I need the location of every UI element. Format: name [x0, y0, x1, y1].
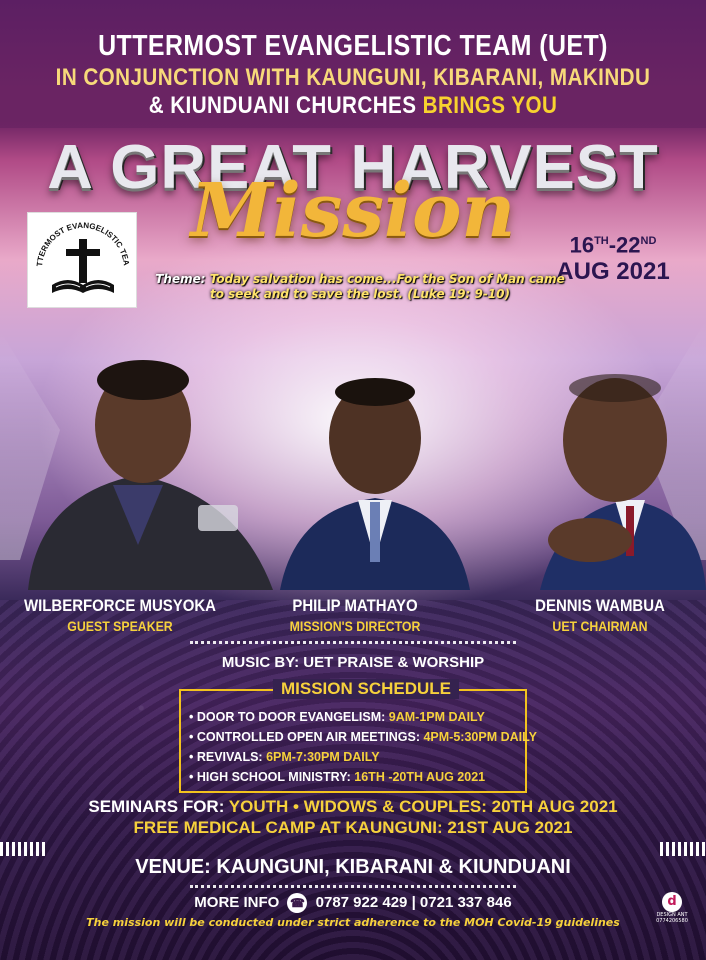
seminars-label: SEMINARS FOR: — [88, 797, 225, 816]
schedule-title: MISSION SCHEDULE — [273, 679, 460, 699]
schedule-item: • DOOR TO DOOR EVANGELISM: 9AM-1PM DAILY — [189, 710, 485, 724]
speaker-name: PHILIP MATHAYO — [292, 596, 418, 615]
speaker-role: GUEST SPEAKER — [67, 618, 173, 634]
venue-line: VENUE: KAUNGUNI, KIBARANI & KIUNDUANI — [135, 856, 571, 878]
theme-text: Today salvation has come...For the Son o… — [209, 272, 565, 301]
speaker-right: DENNIS WAMBUA UET CHAIRMAN — [495, 596, 705, 634]
designer-credit: d DESIGN ANT 0774206580 — [652, 892, 692, 924]
seminars-groups: YOUTH • WIDOWS & COUPLES: 20TH AUG 2021 — [228, 797, 618, 816]
decorative-bars-right — [660, 842, 706, 856]
covid-note: The mission will be conducted under stri… — [86, 916, 620, 929]
speaker-photo-middle — [280, 370, 470, 590]
speaker-photo-left — [18, 345, 283, 590]
churches-line: & KIUNDUANI CHURCHES BRINGS YOU — [49, 92, 656, 120]
schedule-item: • HIGH SCHOOL MINISTRY: 16TH -20TH AUG 2… — [189, 770, 486, 784]
event-poster: UTTERMOST EVANGELISTIC TEAM (UET) IN CON… — [0, 0, 706, 960]
dotted-divider — [190, 641, 516, 644]
seminars-line: SEMINARS FOR: YOUTH • WIDOWS & COUPLES: … — [0, 797, 706, 817]
theme-verse: Theme: Today salvation has come...For th… — [150, 272, 570, 302]
medical-camp-line: FREE MEDICAL CAMP AT KAUNGUNI: 21ST AUG … — [133, 818, 573, 837]
speaker-name: DENNIS WAMBUA — [535, 596, 665, 615]
uet-logo: UTTERMOST EVANGELISTIC TEAM — [27, 212, 137, 308]
speaker-left: WILBERFORCE MUSYOKA GUEST SPEAKER — [0, 596, 240, 634]
contact-label: MORE INFO — [194, 893, 280, 911]
contact-phones: 0787 922 429 | 0721 337 846 — [315, 893, 512, 911]
conjunction-line: IN CONJUNCTION WITH KAUNGUNI, KIBARANI, … — [55, 64, 651, 91]
speaker-role: MISSION'S DIRECTOR — [289, 618, 421, 634]
schedule-list: • DOOR TO DOOR EVANGELISM: 9AM-1PM DAILY… — [189, 707, 537, 787]
speaker-name: WILBERFORCE MUSYOKA — [23, 596, 216, 615]
churches-text: & KIUNDUANI CHURCHES — [148, 92, 417, 119]
mission-schedule-box: MISSION SCHEDULE • DOOR TO DOOR EVANGELI… — [179, 679, 537, 793]
phone-icon: ☎ — [287, 893, 308, 913]
contact-line: MORE INFO ☎ 0787 922 429 | 0721 337 846 — [0, 893, 706, 913]
designer-phone: 0774206580 — [656, 918, 688, 924]
music-credit: MUSIC BY: UET PRAISE & WORSHIP — [221, 654, 485, 671]
schedule-item: • CONTROLLED OPEN AIR MEETINGS: 4PM-5:30… — [189, 730, 537, 744]
dotted-divider — [190, 885, 516, 888]
schedule-item: • REVIVALS: 6PM-7:30PM DAILY — [189, 750, 380, 764]
speaker-role: UET CHAIRMAN — [552, 618, 648, 634]
speaker-middle: PHILIP MATHAYO MISSION'S DIRECTOR — [230, 596, 480, 634]
decorative-bars-left — [0, 842, 46, 856]
date-range: 16TH-22ND — [569, 232, 657, 258]
brings-you-text: BRINGS YOU — [422, 92, 558, 119]
designer-logo: d — [662, 892, 682, 912]
theme-label: Theme: — [155, 272, 206, 286]
org-title: UTTERMOST EVANGELISTIC TEAM (UET) — [98, 30, 608, 62]
speaker-photo-right — [520, 360, 706, 590]
cross-bible-icon: UTTERMOST EVANGELISTIC TEAM — [28, 213, 131, 293]
